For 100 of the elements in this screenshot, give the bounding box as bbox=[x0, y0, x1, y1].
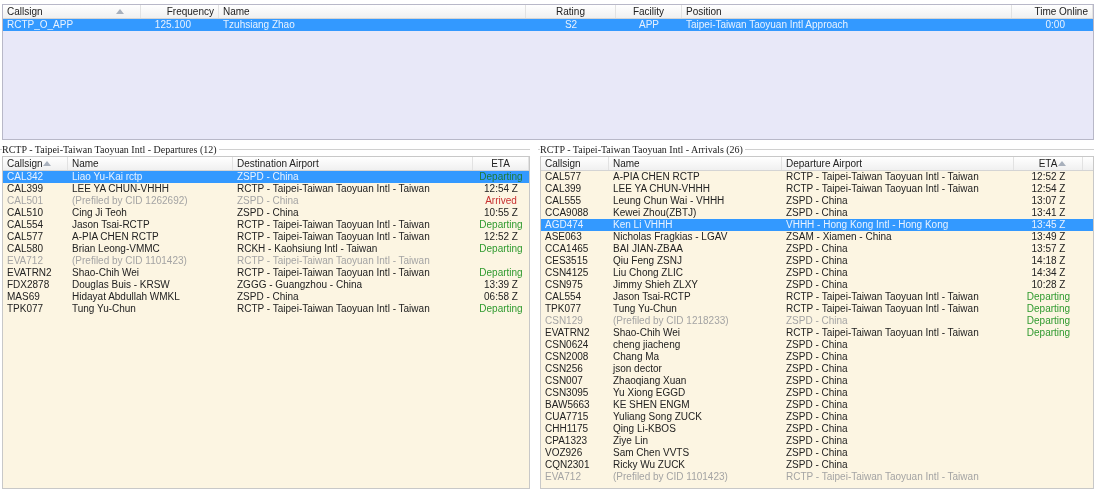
table-row[interactable]: CAL580 Brian Leong-VMMC RCKH - Kaohsiung Intl - Taiwan Departing bbox=[3, 243, 529, 255]
table-cell-text: ZSPD - China bbox=[785, 315, 849, 327]
table-cell-text: 14:18 Z bbox=[1030, 255, 1067, 267]
table-cell-text: LEE YA CHUN-VHHH bbox=[71, 183, 170, 195]
column-header[interactable]: Name bbox=[219, 5, 526, 18]
table-row[interactable]: CCA1465 BAI JIAN-ZBAA ZSPD - China 13:57 Z bbox=[541, 243, 1093, 255]
table-cell-text: CAL342 bbox=[6, 171, 45, 183]
table-cell-text: TPK077 bbox=[6, 303, 45, 315]
table-row[interactable]: TPK077 Tung Yu-Chun RCTP - Taipei-Taiwan Taoyuan Intl - Taiwan Departing bbox=[541, 303, 1093, 315]
table-cell-text: json dector bbox=[611, 363, 663, 375]
table-cell-text: RCTP - Taipei-Taiwan Taoyuan Intl - Taiwan bbox=[236, 183, 431, 195]
table-row[interactable]: CAL554 Jason Tsai-RCTP RCTP - Taipei-Taiwan Taoyuan Intl - Taiwan Departing bbox=[541, 291, 1093, 303]
column-header[interactable]: Facility bbox=[616, 5, 682, 18]
table-row[interactable]: CSN007 Zhaoqiang Xuan ZSPD - China bbox=[541, 375, 1093, 387]
table-row[interactable]: CSN4125 Liu Chong ZLIC ZSPD - China 14:34 Z bbox=[541, 267, 1093, 279]
column-header[interactable]: Departure Airport bbox=[782, 157, 1014, 170]
table-cell-text: 10:55 Z bbox=[483, 207, 519, 219]
table-cell-text: CAL501 bbox=[6, 195, 45, 207]
table-row[interactable]: CSN0624 cheng jiacheng ZSPD - China bbox=[541, 339, 1093, 351]
table-cell-text: Departing bbox=[1025, 315, 1072, 327]
table-cell-text: RCTP - Taipei-Taiwan Taoyuan Intl - Taiwan bbox=[785, 291, 980, 303]
table-cell-text: Jason Tsai-RCTP bbox=[71, 219, 151, 231]
sort-arrow-icon bbox=[1058, 161, 1066, 166]
table-cell-text: ZSPD - China bbox=[236, 171, 300, 183]
table-cell-text: 14:34 Z bbox=[1030, 267, 1067, 279]
table-cell-text: CQN2301 bbox=[544, 459, 591, 471]
table-cell-text: 12:52 Z bbox=[483, 231, 519, 243]
column-header[interactable]: Time Online bbox=[1012, 5, 1093, 18]
table-cell-text: Nicholas Fragkias - LGAV bbox=[612, 231, 729, 243]
table-row[interactable]: CSN256 json dector ZSPD - China bbox=[541, 363, 1093, 375]
table-cell-text: Taipei-Taiwan Taoyuan Intl Approach bbox=[685, 19, 850, 31]
table-row[interactable]: CHH1175 Qing Li-KBOS ZSPD - China bbox=[541, 423, 1093, 435]
column-header[interactable]: Callsign bbox=[541, 157, 609, 170]
column-header[interactable]: ETA bbox=[473, 157, 529, 170]
table-cell-text: ZSPD - China bbox=[785, 195, 849, 207]
table-cell-text: Departing bbox=[478, 219, 524, 231]
table-cell-text: EVA712 bbox=[6, 255, 44, 267]
table-row[interactable]: EVATRN2 Shao-Chih Wei RCTP - Taipei-Taiwan Taoyuan Intl - Taiwan Departing bbox=[541, 327, 1093, 339]
table-row[interactable]: CSN3095 Yu Xiong EGGD ZSPD - China bbox=[541, 387, 1093, 399]
table-row[interactable]: CCA9088 Kewei Zhou(ZBTJ) ZSPD - China 13:41 Z bbox=[541, 207, 1093, 219]
column-header[interactable]: Name bbox=[609, 157, 782, 170]
table-row[interactable]: CAL510 Cing Ji Teoh ZSPD - China 10:55 Z bbox=[3, 207, 529, 219]
column-header[interactable]: Callsign bbox=[3, 5, 141, 18]
table-cell-text: ZSPD - China bbox=[785, 351, 849, 363]
table-cell-text: Departing bbox=[478, 267, 524, 279]
table-row[interactable]: CSN975 Jimmy Shieh ZLXY ZSPD - China 10:28 Z bbox=[541, 279, 1093, 291]
table-row[interactable]: BAW5663 KE SHEN ENGM ZSPD - China bbox=[541, 399, 1093, 411]
column-header[interactable]: Destination Airport bbox=[233, 157, 473, 170]
table-cell-text: (Prefiled by CID 1218233) bbox=[612, 315, 730, 327]
table-row[interactable]: CAL399 LEE YA CHUN-VHHH RCTP - Taipei-Taiwan Taoyuan Intl - Taiwan 12:54 Z bbox=[541, 183, 1093, 195]
table-cell-text: CSN3095 bbox=[544, 387, 590, 399]
sort-arrow-icon bbox=[43, 161, 51, 166]
table-cell-text: VOZ926 bbox=[544, 447, 584, 459]
table-row[interactable]: CES3515 Qiu Feng ZSNJ ZSPD - China 14:18 Z bbox=[541, 255, 1093, 267]
table-row[interactable]: CAL555 Leung Chun Wai - VHHH ZSPD - China 13:07 Z bbox=[541, 195, 1093, 207]
table-cell-text: Ricky Wu ZUCK bbox=[612, 459, 687, 471]
table-row[interactable]: CSN2008 Chang Ma ZSPD - China bbox=[541, 351, 1093, 363]
table-row[interactable]: CSN129 (Prefiled by CID 1218233) ZSPD - China Departing bbox=[541, 315, 1093, 327]
table-row[interactable]: FDX2878 Douglas Buis - KRSW ZGGG - Guangzhou - China 13:39 Z bbox=[3, 279, 529, 291]
table-row[interactable]: ASE063 Nicholas Fragkias - LGAV ZSAM - Xiamen - China 13:49 Z bbox=[541, 231, 1093, 243]
table-cell-text: 13:57 Z bbox=[1030, 243, 1067, 255]
table-row[interactable]: CPA1323 Ziye Lin ZSPD - China bbox=[541, 435, 1093, 447]
table-row[interactable]: CAL554 Jason Tsai-RCTP RCTP - Taipei-Taiwan Taoyuan Intl - Taiwan Departing bbox=[3, 219, 529, 231]
table-cell-text: ZSPD - China bbox=[785, 435, 849, 447]
table-row[interactable]: CAL577 A-PIA CHEN RCTP RCTP - Taipei-Taiwan Taoyuan Intl - Taiwan 12:52 Z bbox=[3, 231, 529, 243]
table-cell-text: Jason Tsai-RCTP bbox=[612, 291, 692, 303]
table-cell-text: RCKH - Kaohsiung Intl - Taiwan bbox=[236, 243, 379, 255]
table-cell-text: Cing Ji Teoh bbox=[71, 207, 128, 219]
table-cell-text: Chang Ma bbox=[612, 351, 661, 363]
table-row[interactable]: CAL399 LEE YA CHUN-VHHH RCTP - Taipei-Taiwan Taoyuan Intl - Taiwan 12:54 Z bbox=[3, 183, 529, 195]
table-cell-text: CCA9088 bbox=[544, 207, 590, 219]
table-cell-text: ZSPD - China bbox=[785, 459, 849, 471]
table-row[interactable]: MAS69 Hidayat Abdullah WMKL ZSPD - China 06:58 Z bbox=[3, 291, 529, 303]
table-row[interactable]: VOZ926 Sam Chen VVTS ZSPD - China bbox=[541, 447, 1093, 459]
table-cell-text: AGD474 bbox=[544, 219, 585, 231]
table-cell-text: Sam Chen VVTS bbox=[612, 447, 691, 459]
table-cell-text: Zhaoqiang Xuan bbox=[612, 375, 688, 387]
table-cell-text: Shao-Chih Wei bbox=[612, 327, 682, 339]
table-cell-text: RCTP - Taipei-Taiwan Taoyuan Intl - Taiwan bbox=[785, 471, 980, 483]
column-header[interactable]: Rating bbox=[526, 5, 616, 18]
table-cell-text: ZSPD - China bbox=[785, 267, 849, 279]
table-cell-text: Yuliang Song ZUCK bbox=[612, 411, 703, 423]
table-cell-text: RCTP - Taipei-Taiwan Taoyuan Intl - Taiwan bbox=[236, 255, 431, 267]
table-row[interactable]: CUA7715 Yuliang Song ZUCK ZSPD - China bbox=[541, 411, 1093, 423]
table-cell-text: CSN0624 bbox=[544, 339, 590, 351]
column-header[interactable]: Frequency bbox=[141, 5, 219, 18]
table-row[interactable]: EVATRN2 Shao-Chih Wei RCTP - Taipei-Taiwan Taoyuan Intl - Taiwan Departing bbox=[3, 267, 529, 279]
table-row[interactable]: TPK077 Tung Yu-Chun RCTP - Taipei-Taiwan Taoyuan Intl - Taiwan Departing bbox=[3, 303, 529, 315]
column-header[interactable]: Name bbox=[68, 157, 233, 170]
column-header[interactable]: Position bbox=[682, 5, 1012, 18]
table-row[interactable]: CAL577 A-PIA CHEN RCTP RCTP - Taipei-Taiwan Taoyuan Intl - Taiwan 12:52 Z bbox=[541, 171, 1093, 183]
table-row[interactable]: CAL501 (Prefiled by CID 1262692) ZSPD - China Arrived bbox=[3, 195, 529, 207]
table-row[interactable]: CQN2301 Ricky Wu ZUCK ZSPD - China bbox=[541, 459, 1093, 471]
column-header[interactable]: ETA bbox=[1014, 157, 1083, 170]
table-cell-text: RCTP - Taipei-Taiwan Taoyuan Intl - Taiwan bbox=[785, 327, 980, 339]
table-cell-text: CSN2008 bbox=[544, 351, 590, 363]
column-header[interactable]: Callsign bbox=[3, 157, 68, 170]
table-cell-text: LEE YA CHUN-VHHH bbox=[612, 183, 711, 195]
table-cell-text: EVATRN2 bbox=[6, 267, 53, 279]
table-cell-text: 125.100 bbox=[153, 19, 192, 31]
